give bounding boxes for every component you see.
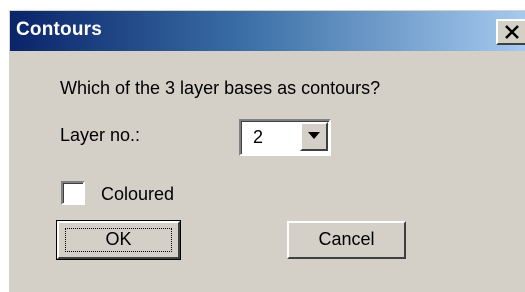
- layer-number-dropdown-button[interactable]: [300, 122, 328, 151]
- coloured-checkbox[interactable]: [61, 181, 85, 205]
- chevron-down-icon: [308, 132, 320, 139]
- contours-dialog: Contours Which of the 3 layer bases as c…: [9, 10, 525, 292]
- title-bar: Contours: [10, 11, 525, 51]
- close-button[interactable]: [496, 19, 525, 45]
- layer-number-value: 2: [253, 127, 264, 147]
- layer-number-select[interactable]: 2: [239, 119, 331, 156]
- cancel-button[interactable]: Cancel: [287, 221, 406, 259]
- window-title: Contours: [16, 19, 103, 40]
- dialog-prompt: Which of the 3 layer bases as contours?: [60, 78, 381, 98]
- ok-button-focus-rect: [65, 228, 172, 252]
- close-icon: [505, 25, 519, 39]
- coloured-checkbox-label[interactable]: Coloured: [101, 184, 174, 205]
- layer-number-label: Layer no.:: [60, 125, 141, 145]
- ok-button[interactable]: OK: [56, 220, 181, 260]
- cancel-button-label: Cancel: [318, 229, 375, 249]
